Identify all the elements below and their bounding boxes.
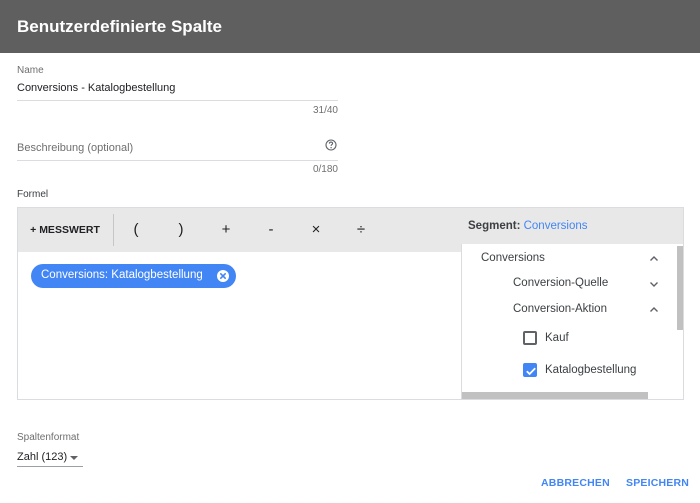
- tree-item-conversion-action[interactable]: Conversion-Aktion: [513, 303, 607, 315]
- formula-label: Formel: [17, 189, 49, 200]
- dialog-title: Benutzerdefinierte Spalte: [17, 17, 222, 36]
- multiply-button[interactable]: ×: [301, 208, 331, 252]
- tree-item-conversion-source[interactable]: Conversion-Quelle: [513, 277, 608, 289]
- tree-item-conversions[interactable]: Conversions: [481, 252, 545, 264]
- metric-chip[interactable]: Conversions: Katalogbestellung: [31, 264, 236, 288]
- segment-title: Segment: Conversions: [468, 220, 588, 232]
- name-label: Name: [17, 65, 44, 76]
- description-counter: 0/180: [312, 164, 338, 175]
- name-input[interactable]: Conversions - Katalogbestellung: [17, 82, 175, 94]
- close-circle-icon[interactable]: [217, 270, 229, 282]
- minus-button[interactable]: -: [256, 208, 286, 252]
- column-format-select[interactable]: Zahl (123): [17, 449, 83, 467]
- checkbox-kauf-label[interactable]: Kauf: [545, 332, 569, 344]
- add-metric-button[interactable]: + MESSWERT: [18, 208, 112, 252]
- dropdown-arrow-icon: [70, 456, 78, 460]
- save-button[interactable]: SPEICHERN: [626, 477, 689, 489]
- column-format-label: Spaltenformat: [17, 432, 80, 443]
- description-input[interactable]: Beschreibung (optional): [17, 142, 133, 154]
- chevron-up-icon[interactable]: [649, 305, 659, 315]
- checkbox-katalogbestellung-label[interactable]: Katalogbestellung: [545, 364, 636, 376]
- column-format-underline: [17, 466, 83, 467]
- segment-vertical-scrollbar[interactable]: [677, 246, 683, 330]
- formula-toolbar: + MESSWERT ( ) + - × ÷: [18, 208, 461, 252]
- metric-chip-label: Conversions: Katalogbestellung: [41, 269, 203, 281]
- segment-horizontal-scrollbar[interactable]: [462, 392, 648, 399]
- segment-header: Segment: Conversions: [461, 208, 683, 244]
- segment-title-label: Segment:: [468, 220, 521, 232]
- dialog-header: Benutzerdefinierte Spalte: [0, 0, 700, 53]
- toolbar-divider: [113, 214, 114, 246]
- cancel-button[interactable]: ABBRECHEN: [541, 477, 610, 489]
- close-paren-button[interactable]: ): [166, 208, 196, 252]
- help-icon[interactable]: [325, 139, 337, 151]
- checkmark-icon: [526, 367, 536, 376]
- checkbox-katalogbestellung[interactable]: [523, 363, 537, 377]
- column-format-value: Zahl (123): [17, 451, 68, 463]
- name-underline: [17, 100, 338, 101]
- name-counter: 31/40: [312, 105, 338, 116]
- checkbox-kauf[interactable]: [523, 331, 537, 345]
- divide-button[interactable]: ÷: [346, 208, 376, 252]
- chevron-up-icon[interactable]: [649, 254, 659, 264]
- open-paren-button[interactable]: (: [121, 208, 151, 252]
- description-underline: [17, 160, 338, 161]
- segment-value: Conversions: [523, 220, 588, 232]
- chevron-down-icon[interactable]: [649, 279, 659, 289]
- plus-button[interactable]: +: [211, 208, 241, 252]
